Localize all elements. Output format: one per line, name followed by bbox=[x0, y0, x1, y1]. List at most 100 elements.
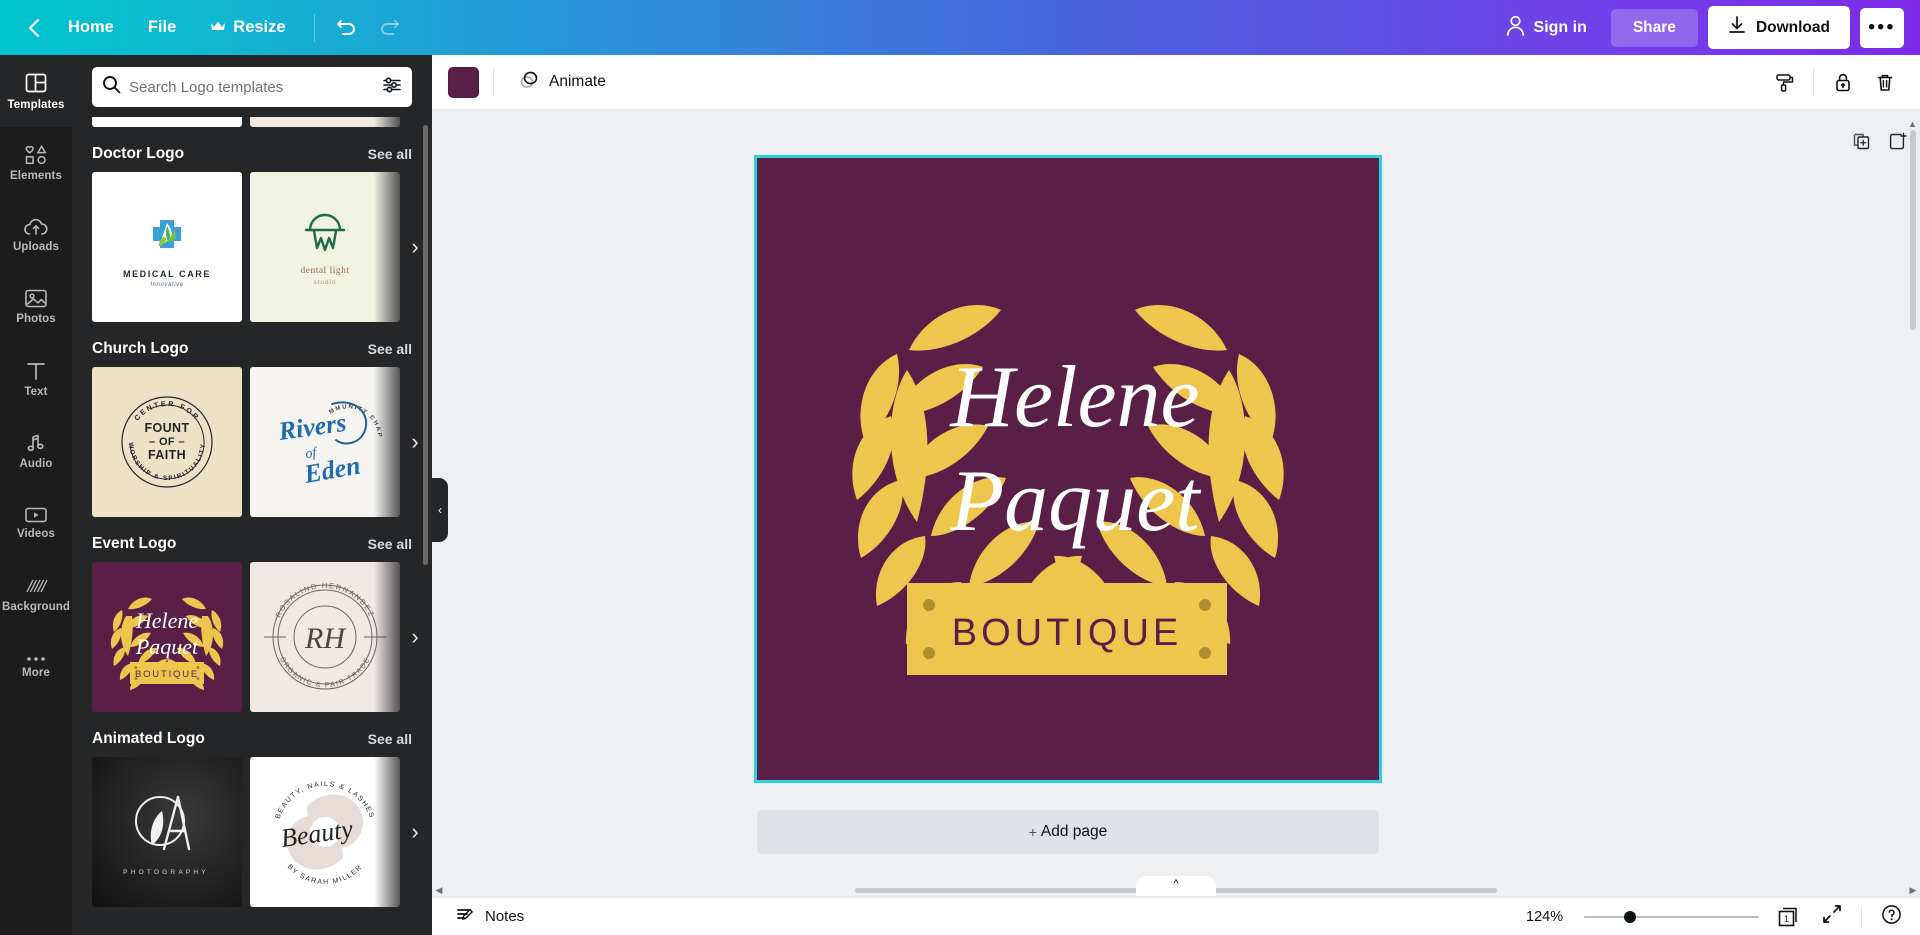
editor-toolbar-right bbox=[1765, 63, 1904, 101]
scroll-up-icon[interactable]: ▲ bbox=[1908, 119, 1917, 129]
top-bar-left-group: Home File Resize bbox=[0, 0, 409, 55]
bottom-panel-collapse-tab[interactable]: ^ bbox=[1136, 876, 1216, 896]
sidebar-label-more: More bbox=[22, 666, 50, 679]
template-thumbnail[interactable] bbox=[250, 117, 400, 127]
search-box[interactable] bbox=[92, 67, 412, 107]
panel-collapse-handle[interactable]: ‹ bbox=[432, 478, 448, 542]
share-button[interactable]: Share bbox=[1610, 8, 1698, 47]
sidebar-label-text: Text bbox=[24, 385, 48, 398]
design-canvas-page[interactable]: Helene Paquet BOUTIQUE bbox=[754, 155, 1382, 783]
sidebar-item-elements[interactable]: Elements bbox=[0, 127, 72, 199]
section-title: Animated Logo bbox=[92, 730, 205, 747]
template-name: MEDICAL CARE bbox=[122, 269, 212, 279]
more-options-button[interactable]: ••• bbox=[1860, 7, 1904, 48]
animate-circles-icon bbox=[519, 69, 540, 95]
see-all-event-logo[interactable]: See all bbox=[368, 536, 412, 552]
notes-button[interactable]: Notes bbox=[446, 900, 534, 934]
template-thumbnail[interactable] bbox=[92, 117, 242, 127]
photos-image-icon bbox=[24, 288, 48, 309]
zoom-slider[interactable] bbox=[1584, 910, 1759, 924]
undo-button[interactable] bbox=[327, 8, 367, 48]
see-all-church-logo[interactable]: See all bbox=[368, 341, 412, 357]
add-page-button[interactable]: + Add page bbox=[757, 810, 1379, 854]
templates-icon bbox=[24, 71, 48, 95]
sidebar-label-audio: Audio bbox=[19, 457, 53, 470]
top-navigation-bar: Home File Resize Sign in Share Download … bbox=[0, 0, 1920, 55]
lock-icon[interactable] bbox=[1824, 63, 1862, 101]
redo-button[interactable] bbox=[369, 8, 409, 48]
sidebar-item-uploads[interactable]: Uploads bbox=[0, 199, 72, 271]
bottom-status-bar: Notes 124% 1 bbox=[432, 897, 1920, 935]
sidebar-label-photos: Photos bbox=[16, 313, 56, 326]
page-color-swatch[interactable] bbox=[448, 66, 479, 98]
bottom-divider bbox=[1861, 905, 1862, 928]
banner-text: BOUTIQUE bbox=[952, 612, 1182, 654]
template-thumbnail-rosalind-hernandez[interactable]: ROSALIND HERNANDEZ ORGANIC & FAIR TRADE … bbox=[250, 562, 400, 712]
template-thumbnail-photography[interactable]: PHOTOGRAPHY bbox=[92, 757, 242, 907]
template-subtitle: studio bbox=[313, 279, 337, 286]
section-title: Church Logo bbox=[92, 340, 189, 357]
add-page-icon[interactable] bbox=[1886, 130, 1908, 152]
sidebar-item-videos[interactable]: Videos bbox=[0, 487, 72, 559]
templates-panel-scrollbar[interactable] bbox=[423, 125, 428, 565]
top-bar-right-group: Sign in Share Download ••• bbox=[1492, 6, 1920, 49]
page-manager-button[interactable]: 1 bbox=[1773, 902, 1803, 932]
templates-scroll-region[interactable]: Doctor Logo See all MEDICAL CARE Innovat… bbox=[72, 117, 432, 935]
logo-artwork: Helene Paquet BOUTIQUE bbox=[852, 304, 1284, 675]
zoom-slider-knob[interactable] bbox=[1624, 910, 1636, 923]
sign-in-button[interactable]: Sign in bbox=[1492, 7, 1601, 49]
download-button[interactable]: Download bbox=[1707, 6, 1850, 49]
scroll-left-icon[interactable]: ◀ bbox=[432, 885, 446, 895]
home-menu-item[interactable]: Home bbox=[52, 10, 130, 45]
design-line-2: Paquet bbox=[949, 453, 1202, 550]
canvas-workspace[interactable]: Helene Paquet BOUTIQUE + Add page bbox=[432, 110, 1920, 890]
template-thumbnail-helene-paquet[interactable]: Helene Paquet BOUTIQUE bbox=[92, 562, 242, 712]
chevron-up-icon: ^ bbox=[1173, 878, 1179, 890]
trash-icon[interactable] bbox=[1866, 63, 1904, 101]
template-row-partial bbox=[92, 117, 412, 127]
resize-menu-item[interactable]: Resize bbox=[194, 10, 301, 45]
template-thumbnail-medical-care[interactable]: MEDICAL CARE Innovative bbox=[92, 172, 242, 322]
sidebar-item-text[interactable]: Text bbox=[0, 343, 72, 415]
section-title: Doctor Logo bbox=[92, 145, 185, 162]
chevron-right-icon[interactable]: › bbox=[404, 821, 426, 843]
vscroll-thumb[interactable] bbox=[1910, 130, 1916, 330]
canvas-vertical-scrollbar[interactable]: ▲ bbox=[1908, 114, 1918, 880]
help-button[interactable] bbox=[1876, 902, 1906, 932]
elements-icon bbox=[24, 144, 48, 166]
sidebar-item-templates[interactable]: Templates bbox=[0, 55, 72, 127]
template-row-church-logo: CENTER FOR WORSHIP & SPIRITUALITY FOUNT –… bbox=[92, 367, 419, 517]
fullscreen-button[interactable] bbox=[1817, 902, 1847, 932]
sidebar-item-more[interactable]: More bbox=[0, 631, 72, 703]
template-thumbnail-beauty[interactable]: BEAUTY, NAILS & LASHES BY SARAH MILLER B… bbox=[250, 757, 400, 907]
file-label: File bbox=[147, 18, 177, 36]
page-tools-group bbox=[1850, 130, 1908, 152]
sidebar-item-audio[interactable]: Audio bbox=[0, 415, 72, 487]
svg-text:Helene: Helene bbox=[135, 608, 199, 633]
back-button[interactable] bbox=[16, 11, 50, 45]
template-thumbnail-fount-of-faith[interactable]: CENTER FOR WORSHIP & SPIRITUALITY FOUNT –… bbox=[92, 367, 242, 517]
canva-editor-window: Home File Resize Sign in Share Download … bbox=[0, 0, 1920, 935]
filter-sliders-icon[interactable] bbox=[382, 76, 402, 99]
chevron-left-icon: ‹ bbox=[438, 503, 442, 517]
zoom-percentage: 124% bbox=[1526, 908, 1564, 925]
scroll-right-icon[interactable]: ▶ bbox=[1906, 885, 1920, 895]
sidebar-item-background[interactable]: Background bbox=[0, 559, 72, 631]
more-dots-icon bbox=[24, 655, 48, 663]
editor-toolbar: Animate bbox=[432, 55, 1920, 110]
videos-play-icon bbox=[24, 506, 48, 524]
notes-label: Notes bbox=[485, 908, 525, 925]
sidebar-item-photos[interactable]: Photos bbox=[0, 271, 72, 343]
paint-roller-icon[interactable] bbox=[1765, 63, 1803, 101]
chevron-right-icon[interactable]: › bbox=[404, 626, 426, 648]
see-all-animated-logo[interactable]: See all bbox=[368, 731, 412, 747]
zoom-slider-track bbox=[1584, 915, 1759, 918]
animate-button[interactable]: Animate bbox=[508, 62, 617, 102]
search-input[interactable] bbox=[121, 78, 382, 96]
file-menu-item[interactable]: File bbox=[132, 10, 192, 45]
template-thumbnail-rivers-of-eden[interactable]: Rivers of Eden COMMUNITY CHAPEL bbox=[250, 367, 400, 517]
toolbar-divider bbox=[313, 13, 315, 42]
duplicate-page-icon[interactable] bbox=[1850, 130, 1872, 152]
see-all-doctor-logo[interactable]: See all bbox=[368, 146, 412, 162]
template-thumbnail-dental-light[interactable]: dental light studio bbox=[250, 172, 400, 322]
